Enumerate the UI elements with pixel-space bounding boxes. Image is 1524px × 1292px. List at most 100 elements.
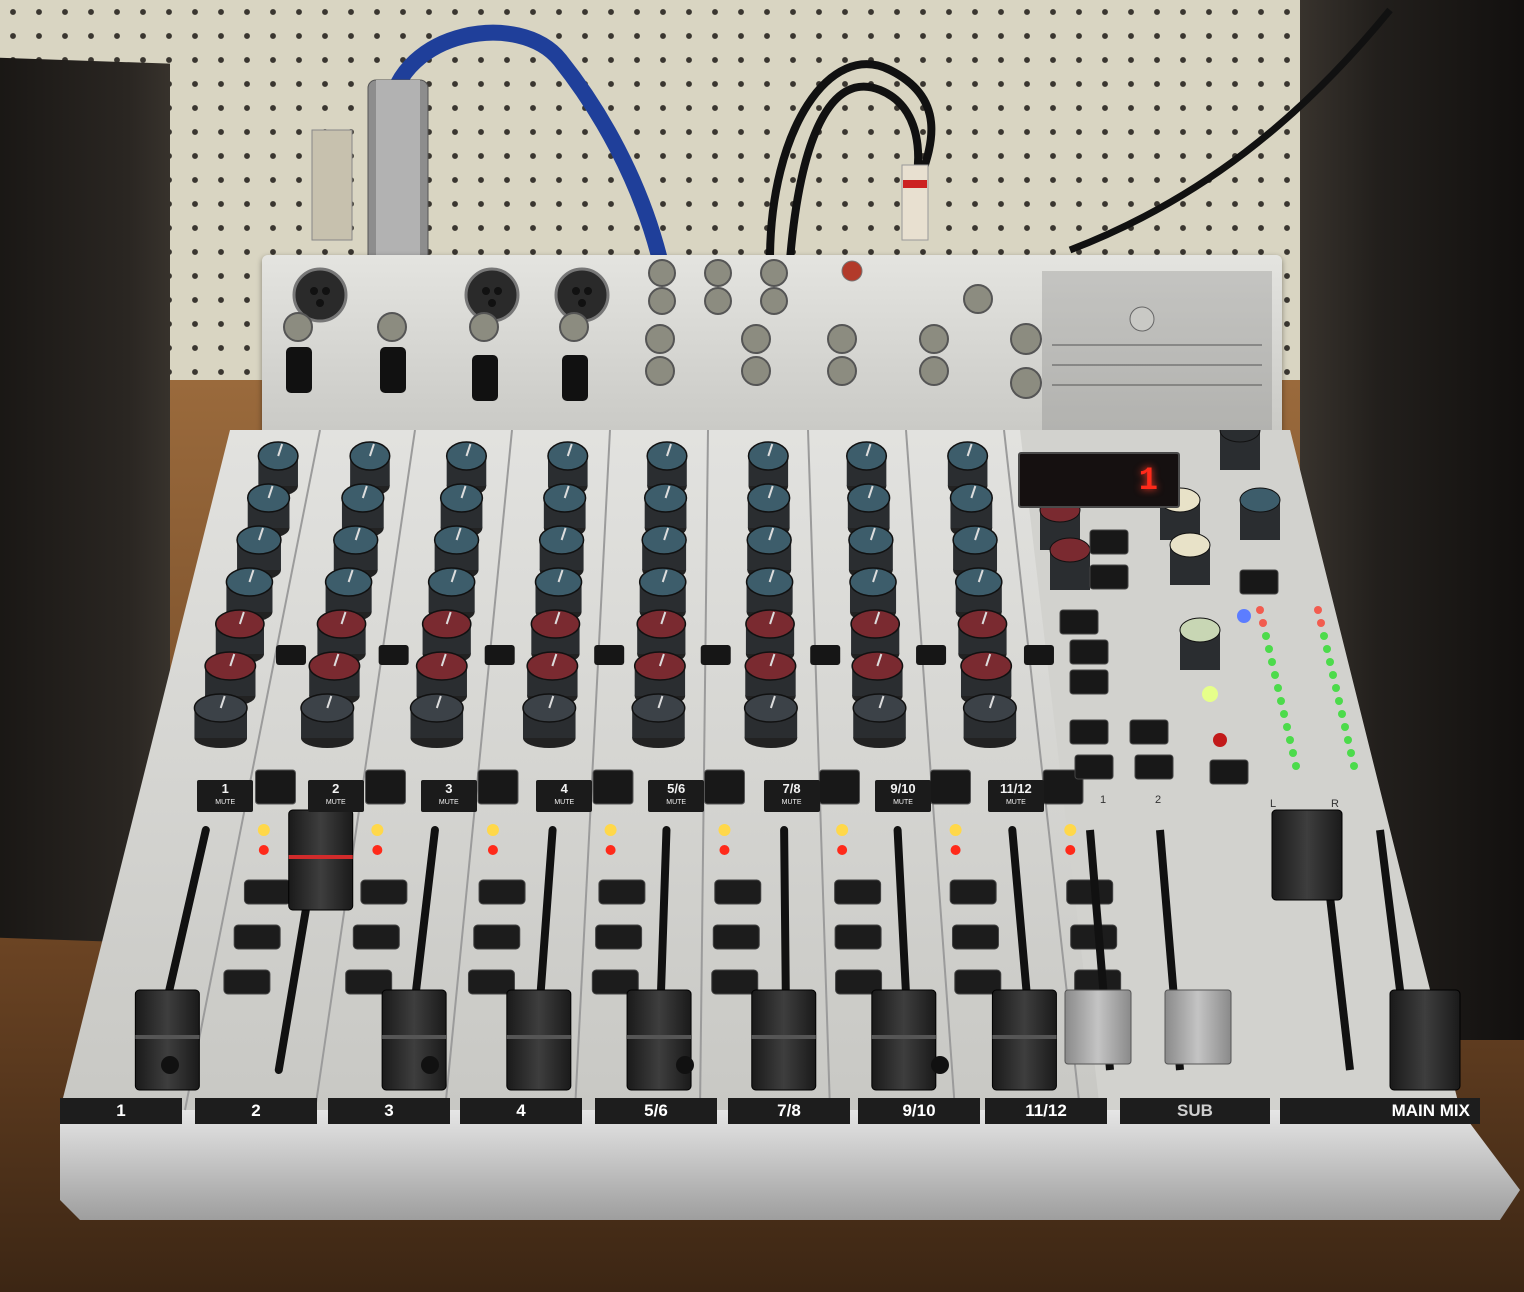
master-knob-4[interactable] — [1169, 532, 1211, 585]
master-button-1[interactable] — [1089, 529, 1129, 555]
ch6-pan-knob[interactable] — [743, 693, 798, 748]
meter-led — [1344, 736, 1352, 744]
ch2-clip-led — [372, 845, 383, 855]
ch7-clip-led — [950, 845, 961, 855]
fader-cap-body — [288, 809, 354, 911]
master-knob-5[interactable] — [1239, 487, 1281, 540]
screw-hole — [421, 1056, 439, 1074]
ch4-pan-knob[interactable] — [522, 693, 577, 748]
ch4-pre-button[interactable] — [594, 645, 625, 665]
ch2-pan-knob[interactable] — [300, 693, 355, 748]
ch7-mute-button[interactable] — [930, 769, 971, 805]
ch2-pre-button[interactable] — [378, 645, 409, 665]
ch3-pre-button[interactable] — [484, 645, 515, 665]
ch8-pre-button[interactable] — [1023, 645, 1054, 665]
ch5-route-button-1[interactable] — [714, 879, 762, 905]
master-button-10[interactable] — [1209, 759, 1249, 785]
knob-cap — [246, 483, 291, 513]
ch3-strip-label: 3 — [328, 1098, 450, 1124]
master-button-11[interactable] — [1239, 569, 1279, 595]
ch3-fader-cap[interactable] — [381, 989, 447, 1091]
ch7-fader-cap[interactable] — [871, 989, 937, 1091]
ch8-route-button-1[interactable] — [1066, 879, 1114, 905]
ch8-mute-label: 11/12 MUTE — [987, 780, 1044, 812]
ch1-route-button-3[interactable] — [223, 969, 271, 995]
ch5-fader-cap[interactable] — [626, 989, 692, 1091]
knob-cap — [852, 693, 907, 723]
ch2-fader-cap[interactable] — [288, 809, 354, 911]
ch1-peak-led — [257, 824, 270, 836]
master-button-3[interactable] — [1059, 609, 1099, 635]
ch8-pan-knob[interactable] — [962, 693, 1017, 748]
ch5-pre-button[interactable] — [700, 645, 731, 665]
master-knob-6[interactable] — [1219, 430, 1261, 470]
fader-cap-line — [288, 855, 353, 859]
ch1-pan-knob[interactable] — [193, 693, 248, 748]
ch6-pre-button[interactable] — [810, 645, 841, 665]
ch2-strip-label: 2 — [195, 1098, 317, 1124]
ch1-route-button-1[interactable] — [243, 879, 291, 905]
ch1-route-button-2[interactable] — [233, 924, 281, 950]
master-button-8[interactable] — [1074, 754, 1114, 780]
master-button-6[interactable] — [1069, 719, 1109, 745]
meter-led — [1286, 736, 1294, 744]
ch8-fader-cap[interactable] — [991, 989, 1057, 1091]
main-fader-cap-right[interactable] — [1389, 989, 1461, 1091]
ch4-route-button-1[interactable] — [598, 879, 646, 905]
meter-led — [1271, 671, 1279, 679]
screw-hole — [931, 1056, 949, 1074]
main-fader-cap-left[interactable] — [1271, 809, 1343, 901]
ch3-mute-button[interactable] — [477, 769, 519, 805]
ch7-pre-button[interactable] — [916, 645, 947, 665]
ch2-mute-button[interactable] — [365, 769, 406, 805]
ch5-pan-knob[interactable] — [631, 693, 686, 748]
master-button-2[interactable] — [1089, 564, 1129, 590]
ch4-route-button-2[interactable] — [595, 924, 643, 950]
ch7-pan-knob[interactable] — [852, 693, 907, 748]
master-knob-2[interactable] — [1049, 537, 1091, 590]
ch8-strip-label: 11/12 — [985, 1098, 1107, 1124]
fader-cap-body — [751, 989, 817, 1091]
ch3-route-button-3[interactable] — [467, 969, 515, 995]
mute-text: MUTE — [438, 799, 459, 806]
ch6-fader-cap[interactable] — [751, 989, 817, 1091]
knob-cap — [1049, 537, 1091, 563]
ch3-peak-led — [486, 824, 499, 836]
sub-fader-cap-1[interactable] — [1064, 989, 1132, 1065]
ch6-route-button-2[interactable] — [834, 924, 882, 950]
ch3-route-button-1[interactable] — [478, 879, 526, 905]
ch6-route-button-1[interactable] — [834, 879, 882, 905]
ch1-clip-led — [258, 845, 269, 855]
ch2-route-button-2[interactable] — [352, 924, 400, 950]
meter-led — [1283, 723, 1291, 731]
ch6-mute-button[interactable] — [819, 769, 860, 805]
ch1-fader-cap[interactable] — [134, 989, 200, 1091]
meter-led — [1277, 697, 1285, 705]
ch4-fader-cap[interactable] — [506, 989, 572, 1091]
master-button-7[interactable] — [1129, 719, 1169, 745]
ch1-pre-button[interactable] — [275, 645, 306, 665]
master-button-9[interactable] — [1134, 754, 1174, 780]
ch2-route-button-1[interactable] — [360, 879, 408, 905]
ch7-route-button-1[interactable] — [949, 879, 997, 905]
ch3-route-button-2[interactable] — [473, 924, 521, 950]
ch4-mute-button[interactable] — [592, 769, 634, 805]
master-button-4[interactable] — [1069, 639, 1109, 665]
ch5-route-button-2[interactable] — [712, 924, 760, 950]
ch5-route-button-3[interactable] — [711, 969, 759, 995]
ch7-peak-led — [949, 824, 962, 836]
ch8-route-button-2[interactable] — [1070, 924, 1118, 950]
knob-cap — [526, 651, 579, 681]
meter-led — [1265, 645, 1273, 653]
knob-cap — [1179, 617, 1221, 643]
ch3-pan-knob[interactable] — [409, 693, 464, 748]
master-button-5[interactable] — [1069, 669, 1109, 695]
master-knob-7[interactable] — [1179, 617, 1221, 670]
ch5-mute-button[interactable] — [704, 769, 745, 805]
ch6-mute-label: 7/8 MUTE — [763, 780, 820, 812]
sub-fader-cap-2[interactable] — [1164, 989, 1232, 1065]
knob-cap — [257, 441, 299, 471]
ch7-route-button-2[interactable] — [951, 924, 999, 950]
fader-cap-line — [382, 1035, 447, 1039]
ch1-mute-button[interactable] — [255, 769, 296, 805]
